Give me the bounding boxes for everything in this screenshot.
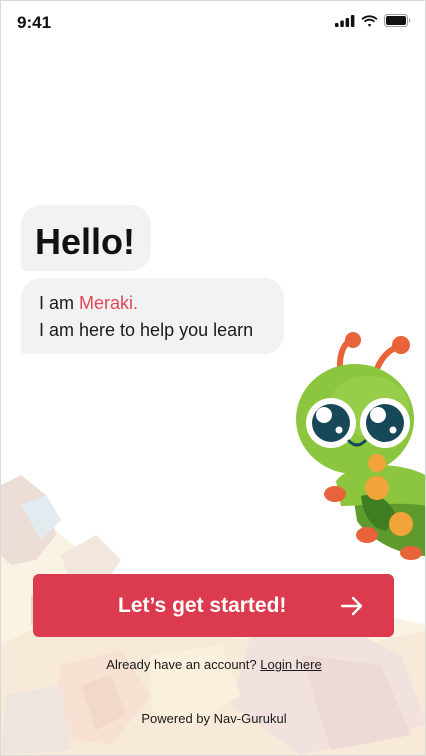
status-bar: 9:41 (1, 1, 425, 45)
login-prompt: Already have an account? Login here (1, 657, 425, 672)
app-screen: 9:41 Hello! I am Meraki. I am here to he… (0, 0, 426, 756)
get-started-button[interactable]: Let’s get started! (33, 574, 394, 637)
intro-line-2: I am here to help you learn (39, 320, 254, 340)
greeting-bubble: Hello! (21, 205, 151, 271)
assistant-name: Meraki. (79, 293, 139, 313)
intro-prefix: I am (39, 293, 80, 313)
battery-icon (384, 14, 411, 27)
login-link[interactable]: Login here (260, 657, 321, 672)
status-icons (335, 14, 411, 27)
greeting-title: Hello! (35, 221, 136, 262)
intro-line-1: I am Meraki. (39, 293, 138, 314)
status-time: 9:41 (17, 13, 52, 32)
wifi-icon (361, 14, 378, 27)
get-started-label: Let’s get started! (118, 594, 287, 617)
cellular-signal-icon (335, 14, 355, 27)
caterpillar-mascot-icon (296, 332, 425, 560)
intro-bubble: I am Meraki. I am here to help you learn (21, 278, 284, 354)
login-prompt-text: Already have an account? (106, 657, 261, 672)
powered-by-footer: Powered by Nav-Gurukul (141, 711, 287, 726)
arrow-right-icon (340, 596, 363, 616)
